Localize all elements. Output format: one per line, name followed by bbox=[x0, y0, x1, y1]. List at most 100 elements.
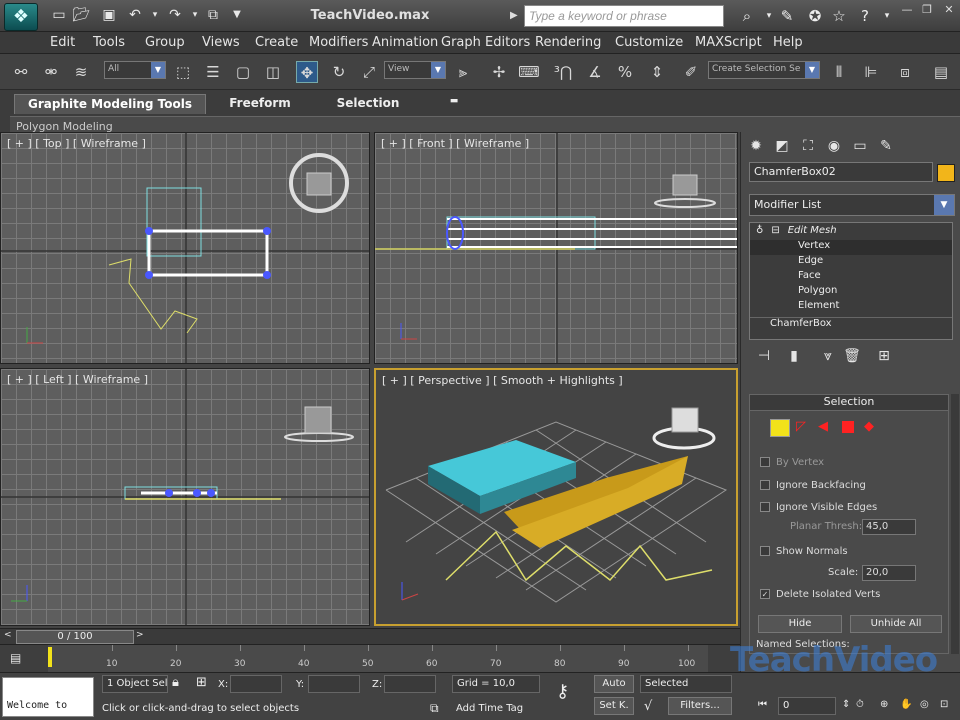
viewport-left[interactable]: [ + ] [ Left ] [ Wireframe ] bbox=[0, 368, 370, 626]
x-coord-field[interactable] bbox=[230, 675, 282, 693]
remove-modifier-icon[interactable]: 🗑︎ bbox=[841, 346, 863, 366]
mirror-icon[interactable]: ⫴ bbox=[828, 61, 850, 83]
element-mode-icon[interactable]: ◆ bbox=[864, 419, 874, 434]
ignore-visible-edges-checkbox[interactable]: Ignore Visible Edges bbox=[760, 502, 877, 513]
motion-tab-icon[interactable]: ◉ bbox=[823, 136, 845, 156]
close-icon[interactable]: ✕ bbox=[940, 3, 958, 19]
menu-customize[interactable]: Customize bbox=[615, 35, 683, 50]
spinner-snap-icon[interactable]: ⇕ bbox=[646, 61, 668, 83]
by-vertex-checkbox[interactable]: By Vertex bbox=[760, 457, 824, 468]
selection-lock-icon[interactable]: 🔒︎ bbox=[172, 675, 179, 690]
edit-named-selection-icon[interactable]: ✐ bbox=[680, 61, 702, 83]
menu-group[interactable]: Group bbox=[145, 35, 185, 50]
search-input[interactable]: Type a keyword or phrase bbox=[524, 5, 724, 27]
help-dropdown-icon[interactable]: ▾ bbox=[876, 5, 898, 27]
mini-curve-editor-icon[interactable]: ▤ bbox=[10, 651, 21, 665]
viewport-front[interactable]: [ + ] [ Front ] [ Wireframe ] bbox=[374, 132, 738, 364]
stack-sub-edge[interactable]: Edge bbox=[750, 255, 952, 270]
select-and-rotate-icon[interactable]: ↻ bbox=[328, 61, 350, 83]
window-crossing-icon[interactable]: ◫ bbox=[262, 61, 284, 83]
viewport-left-label[interactable]: [ + ] [ Left ] [ Wireframe ] bbox=[7, 373, 148, 386]
help-icon[interactable]: ? bbox=[854, 5, 876, 27]
time-prev-icon[interactable]: < bbox=[4, 630, 12, 640]
graphite-toggle-icon[interactable]: ▤ bbox=[930, 61, 952, 83]
minimize-icon[interactable]: — bbox=[898, 3, 916, 19]
save-file-icon[interactable]: ▣ bbox=[100, 6, 118, 24]
reference-coordinate-dropdown[interactable]: View ▼ bbox=[384, 61, 446, 79]
select-object-icon[interactable]: ⬚ bbox=[172, 61, 194, 83]
stack-item-edit-mesh[interactable]: ♁ ⊟ Edit Mesh bbox=[750, 225, 952, 240]
quick-access-dropdown-icon[interactable]: ▼ bbox=[228, 6, 246, 24]
vertex-mode-icon[interactable] bbox=[770, 419, 790, 437]
show-end-result-icon[interactable]: ▮ bbox=[783, 346, 805, 366]
pan-view-icon[interactable]: ✋ bbox=[900, 699, 912, 710]
select-and-scale-icon[interactable]: ⤢ bbox=[358, 61, 380, 83]
key-mode-dropdown[interactable]: Selected bbox=[640, 675, 732, 693]
layer-manager-icon[interactable]: ⧈ bbox=[894, 61, 916, 83]
auto-key-button[interactable]: Auto bbox=[594, 675, 634, 693]
make-unique-icon[interactable]: ⩔ bbox=[817, 346, 839, 366]
undo-dropdown-icon[interactable]: ▾ bbox=[146, 6, 164, 24]
edge-mode-icon[interactable]: ◸ bbox=[796, 419, 806, 434]
manipulate-icon[interactable]: ✢ bbox=[488, 61, 510, 83]
modifier-list-dropdown[interactable]: Modifier List ▼ bbox=[749, 194, 955, 216]
viewport-top-label[interactable]: [ + ] [ Top ] [ Wireframe ] bbox=[7, 137, 146, 150]
rollout-title[interactable]: Selection bbox=[750, 395, 948, 411]
menu-create[interactable]: Create bbox=[255, 35, 298, 50]
new-file-icon[interactable]: ▭ bbox=[50, 6, 68, 24]
tab-freeform[interactable]: Freeform bbox=[218, 94, 302, 114]
create-tab-icon[interactable]: ✹ bbox=[745, 136, 767, 156]
tab-selection[interactable]: Selection bbox=[326, 94, 410, 114]
unhide-all-button[interactable]: Unhide All bbox=[850, 615, 942, 633]
selection-filter-dropdown[interactable]: All ▼ bbox=[104, 61, 166, 79]
stack-sub-face[interactable]: Face bbox=[750, 270, 952, 285]
time-slider-thumb[interactable]: 0 / 100 bbox=[16, 630, 134, 644]
open-file-icon[interactable]: 📂︎ bbox=[72, 6, 90, 24]
viewport-perspective-label[interactable]: [ + ] [ Perspective ] [ Smooth + Highlig… bbox=[382, 374, 623, 387]
named-selection-sets-dropdown[interactable]: Create Selection Se ▼ bbox=[708, 61, 820, 79]
tab-graphite-modeling-tools[interactable]: Graphite Modeling Tools bbox=[14, 94, 206, 114]
key-filters-button[interactable]: Filters... bbox=[668, 697, 732, 715]
time-next-icon[interactable]: > bbox=[136, 630, 144, 640]
angle-snap-icon[interactable]: ∡ bbox=[584, 61, 606, 83]
object-name-field[interactable]: ChamferBox02 bbox=[749, 162, 933, 182]
redo-icon[interactable]: ↷ bbox=[166, 6, 184, 24]
viewport-front-label[interactable]: [ + ] [ Front ] [ Wireframe ] bbox=[381, 137, 529, 150]
maximize-icon[interactable]: ❐ bbox=[918, 3, 936, 19]
ribbon-minimize-icon[interactable]: ▬ bbox=[444, 94, 464, 114]
application-button-icon[interactable]: ❖ bbox=[4, 3, 38, 31]
menu-animation[interactable]: Animation bbox=[372, 35, 438, 50]
menu-tools[interactable]: Tools bbox=[93, 35, 125, 50]
command-panel-scrollbar[interactable] bbox=[951, 394, 959, 654]
hierarchy-tab-icon[interactable]: ⛶ bbox=[797, 136, 819, 156]
modify-tab-icon[interactable]: ◩ bbox=[771, 136, 793, 156]
ribbon-panel-polygon-modeling[interactable]: Polygon Modeling bbox=[10, 116, 960, 133]
menu-rendering[interactable]: Rendering bbox=[535, 35, 601, 50]
undo-icon[interactable]: ↶ bbox=[126, 6, 144, 24]
maxscript-listener[interactable]: Welcome to bbox=[2, 677, 94, 717]
z-coord-field[interactable] bbox=[384, 675, 436, 693]
object-color-swatch[interactable] bbox=[937, 164, 955, 182]
pivot-center-icon[interactable]: ⫸ bbox=[452, 61, 474, 83]
add-time-tag[interactable]: Add Time Tag bbox=[456, 703, 523, 714]
goto-start-icon[interactable]: ⏮ bbox=[758, 699, 767, 710]
collapse-box-icon[interactable]: ⊟ bbox=[771, 225, 779, 236]
configure-sets-icon[interactable]: ⊞ bbox=[873, 346, 895, 366]
show-normals-checkbox[interactable]: Show Normals bbox=[760, 546, 848, 557]
set-key-button[interactable]: Set K. bbox=[594, 697, 634, 715]
maximize-viewport-icon[interactable]: ⊡ bbox=[940, 699, 948, 710]
utilities-tab-icon[interactable]: ✎ bbox=[875, 136, 897, 156]
percent-snap-icon[interactable]: % bbox=[614, 61, 636, 83]
keyboard-shortcut-override-icon[interactable]: ⌨ bbox=[518, 61, 540, 83]
search-expand-icon[interactable]: ▶ bbox=[510, 6, 524, 26]
display-tab-icon[interactable]: ▭ bbox=[849, 136, 871, 156]
orbit-icon[interactable]: ◎ bbox=[920, 699, 929, 710]
frame-spinner-icon[interactable]: ⇕ bbox=[842, 699, 850, 710]
snaps-toggle-icon[interactable]: ³⋂ bbox=[552, 61, 574, 83]
current-frame-field[interactable]: 0 bbox=[778, 697, 836, 715]
stack-sub-polygon[interactable]: Polygon bbox=[750, 285, 952, 300]
polygon-mode-icon[interactable] bbox=[842, 421, 854, 433]
time-tag-icon[interactable]: ⧉ bbox=[430, 701, 439, 716]
lightbulb-icon[interactable]: ♁ bbox=[756, 225, 763, 236]
menu-modifiers[interactable]: Modifiers bbox=[309, 35, 368, 50]
